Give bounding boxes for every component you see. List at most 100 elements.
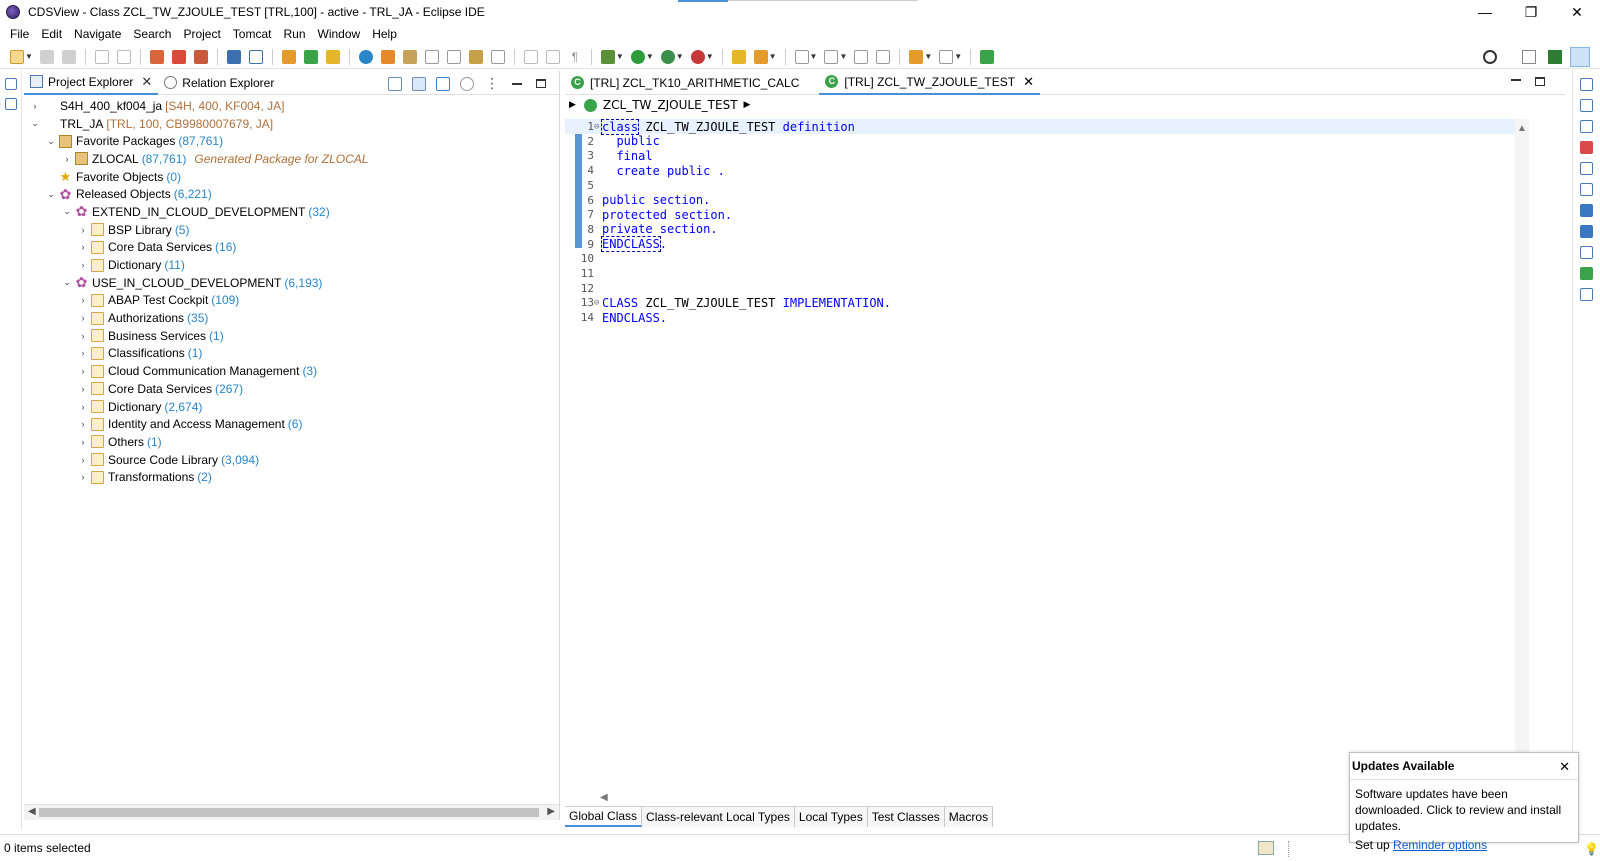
expand-arrow-icon[interactable]: › <box>78 419 88 429</box>
save-icon[interactable] <box>39 49 54 64</box>
scroll-right-icon[interactable]: ▶ <box>547 806 555 817</box>
expand-arrow-icon[interactable]: › <box>62 154 72 164</box>
cut-icon[interactable] <box>149 49 164 64</box>
code-line[interactable]: 7 protected section. <box>565 207 1525 222</box>
prev-annotation-icon[interactable] <box>824 49 839 64</box>
tree-item[interactable]: › ABAP Test Cockpit (109) <box>24 292 559 310</box>
expand-arrow-icon[interactable]: › <box>78 295 88 305</box>
code-line[interactable]: 5 <box>565 178 1525 193</box>
tree-item[interactable]: › S4H_400_kf004_ja [S4H, 400, KF004, JA] <box>24 97 559 115</box>
tree-item[interactable]: › Classifications (1) <box>24 345 559 363</box>
save-all-icon[interactable] <box>61 49 76 64</box>
tree-item[interactable]: ⌄ TRL_JA [TRL, 100, CB9980007679, JA] <box>24 115 559 133</box>
problems-icon[interactable] <box>1580 141 1593 154</box>
restore-view-icon[interactable] <box>5 78 17 90</box>
abap-perspective-icon[interactable] <box>1570 47 1590 67</box>
remove-icon[interactable] <box>193 49 208 64</box>
next-annotation-icon[interactable] <box>794 49 809 64</box>
expand-arrow-icon[interactable]: › <box>78 402 88 412</box>
tree-item[interactable]: › Authorizations (35) <box>24 309 559 327</box>
restore-button[interactable]: ❐ <box>1508 0 1554 24</box>
expand-arrow-icon[interactable]: › <box>30 101 40 111</box>
external-tools-dropdown-icon[interactable]: ▼ <box>706 52 714 61</box>
minimize-button[interactable]: — <box>1462 0 1508 24</box>
tree-item[interactable]: › Dictionary (11) <box>24 256 559 274</box>
tree-item[interactable]: › Cloud Communication Management (3) <box>24 362 559 380</box>
expand-arrow-icon[interactable]: › <box>78 384 88 394</box>
tree-item[interactable]: ⌄ ✿ Released Objects (6,221) <box>24 185 559 203</box>
tree-item[interactable]: › Core Data Services (267) <box>24 380 559 398</box>
section-tab[interactable]: Macros <box>944 807 994 827</box>
next-annotation-dropdown-icon[interactable]: ▼ <box>810 52 818 61</box>
abap-doc-icon[interactable] <box>1580 288 1593 301</box>
section-tab[interactable]: Test Classes <box>867 807 945 827</box>
outline-icon[interactable] <box>5 98 17 110</box>
transport-organizer-icon[interactable] <box>1580 246 1593 259</box>
check-icon[interactable] <box>358 49 373 64</box>
section-tab[interactable]: Class-relevant Local Types <box>642 807 795 827</box>
terminal-icon[interactable] <box>226 49 241 64</box>
open-type-icon[interactable] <box>468 49 483 64</box>
reminder-options-link[interactable]: Reminder options <box>1393 838 1487 852</box>
menu-window[interactable]: Window <box>312 27 367 41</box>
expand-arrow-icon[interactable]: › <box>78 472 88 482</box>
coverage-icon[interactable] <box>660 49 675 64</box>
tree-item[interactable]: ⌄ Favorite Packages (87,761) <box>24 132 559 150</box>
tree-item[interactable]: › Business Services (1) <box>24 327 559 345</box>
menu-search[interactable]: Search <box>127 27 177 41</box>
breadcrumb-expand-icon[interactable]: ▶ <box>569 100 576 110</box>
code-line[interactable]: 13 ⊖ CLASS ZCL_TW_ZJOULE_TEST IMPLEMENTATI… <box>565 295 1525 310</box>
coverage-dropdown-icon[interactable]: ▼ <box>676 52 684 61</box>
collapse-all-icon[interactable] <box>388 76 402 91</box>
tree-item[interactable]: › Core Data Services (16) <box>24 239 559 257</box>
code-line[interactable]: 8 private section. <box>565 222 1525 237</box>
tree-item[interactable]: › Dictionary (2,674) <box>24 398 559 416</box>
expand-arrow-icon[interactable]: › <box>78 348 88 358</box>
back-icon[interactable] <box>909 49 924 64</box>
link-with-editor-icon[interactable] <box>412 76 426 91</box>
menu-run[interactable]: Run <box>277 27 311 41</box>
tree-item[interactable]: › Identity and Access Management (6) <box>24 415 559 433</box>
collapse-arrow-icon[interactable]: ⌄ <box>46 189 56 200</box>
debug-dropdown-icon[interactable]: ▼ <box>616 52 624 61</box>
abap-project-icon[interactable] <box>281 49 296 64</box>
forward-icon[interactable] <box>939 49 954 64</box>
restore-icon[interactable] <box>1580 120 1593 133</box>
menu-project[interactable]: Project <box>177 27 226 41</box>
restore-icon[interactable] <box>1580 78 1593 91</box>
code-line[interactable]: 9 ENDCLASS. <box>565 236 1525 253</box>
open-folder-icon[interactable] <box>731 49 746 64</box>
toggle-block-icon[interactable] <box>523 49 538 64</box>
tab-zcl-tw-zjoule-test[interactable]: C [TRL] ZCL_TW_ZJOULE_TEST ✕ <box>819 71 1040 95</box>
maximize-view-icon[interactable] <box>536 79 546 88</box>
expand-arrow-icon[interactable]: › <box>78 366 88 376</box>
abap-debug-icon[interactable] <box>380 49 395 64</box>
tree-item[interactable]: › Transformations (2) <box>24 468 559 486</box>
code-editor[interactable]: 1 ⊖ class ZCL_TW_ZJOULE_TEST definition 2 p… <box>565 118 1525 789</box>
print-icon[interactable] <box>446 49 461 64</box>
redo-icon[interactable] <box>116 49 131 64</box>
expand-arrow-icon[interactable]: › <box>78 242 88 252</box>
menu-file[interactable]: File <box>4 27 35 41</box>
whitespace-icon[interactable]: ¶ <box>568 50 582 64</box>
focus-icon[interactable] <box>460 76 474 91</box>
delete-icon[interactable] <box>171 49 186 64</box>
open-perspective-icon[interactable] <box>1522 50 1536 64</box>
search-dropdown-icon[interactable]: ▼ <box>769 52 777 61</box>
scroll-left-icon[interactable]: ◀ <box>28 806 36 817</box>
activate-icon[interactable] <box>303 49 318 64</box>
scrollbar-thumb[interactable] <box>39 808 539 817</box>
maximize-editor-icon[interactable] <box>1535 77 1545 86</box>
link-icon[interactable] <box>490 49 505 64</box>
debug-icon[interactable] <box>600 49 615 64</box>
section-tab[interactable]: Global Class <box>565 807 643 827</box>
run-dropdown-icon[interactable]: ▼ <box>646 52 654 61</box>
breadcrumb-class[interactable]: ZCL_TW_ZJOULE_TEST <box>603 98 738 112</box>
outline-icon[interactable] <box>1580 162 1593 175</box>
expand-arrow-icon[interactable]: › <box>78 260 88 270</box>
activate-all-icon[interactable] <box>325 49 340 64</box>
feed-reader-icon[interactable] <box>1580 204 1593 217</box>
explorer-horizontal-scrollbar[interactable]: ◀ ▶ <box>24 804 559 820</box>
expand-arrow-icon[interactable]: › <box>78 331 88 341</box>
tree-item[interactable]: ⌄ ✿ USE_IN_CLOUD_DEVELOPMENT (6,193) <box>24 274 559 292</box>
